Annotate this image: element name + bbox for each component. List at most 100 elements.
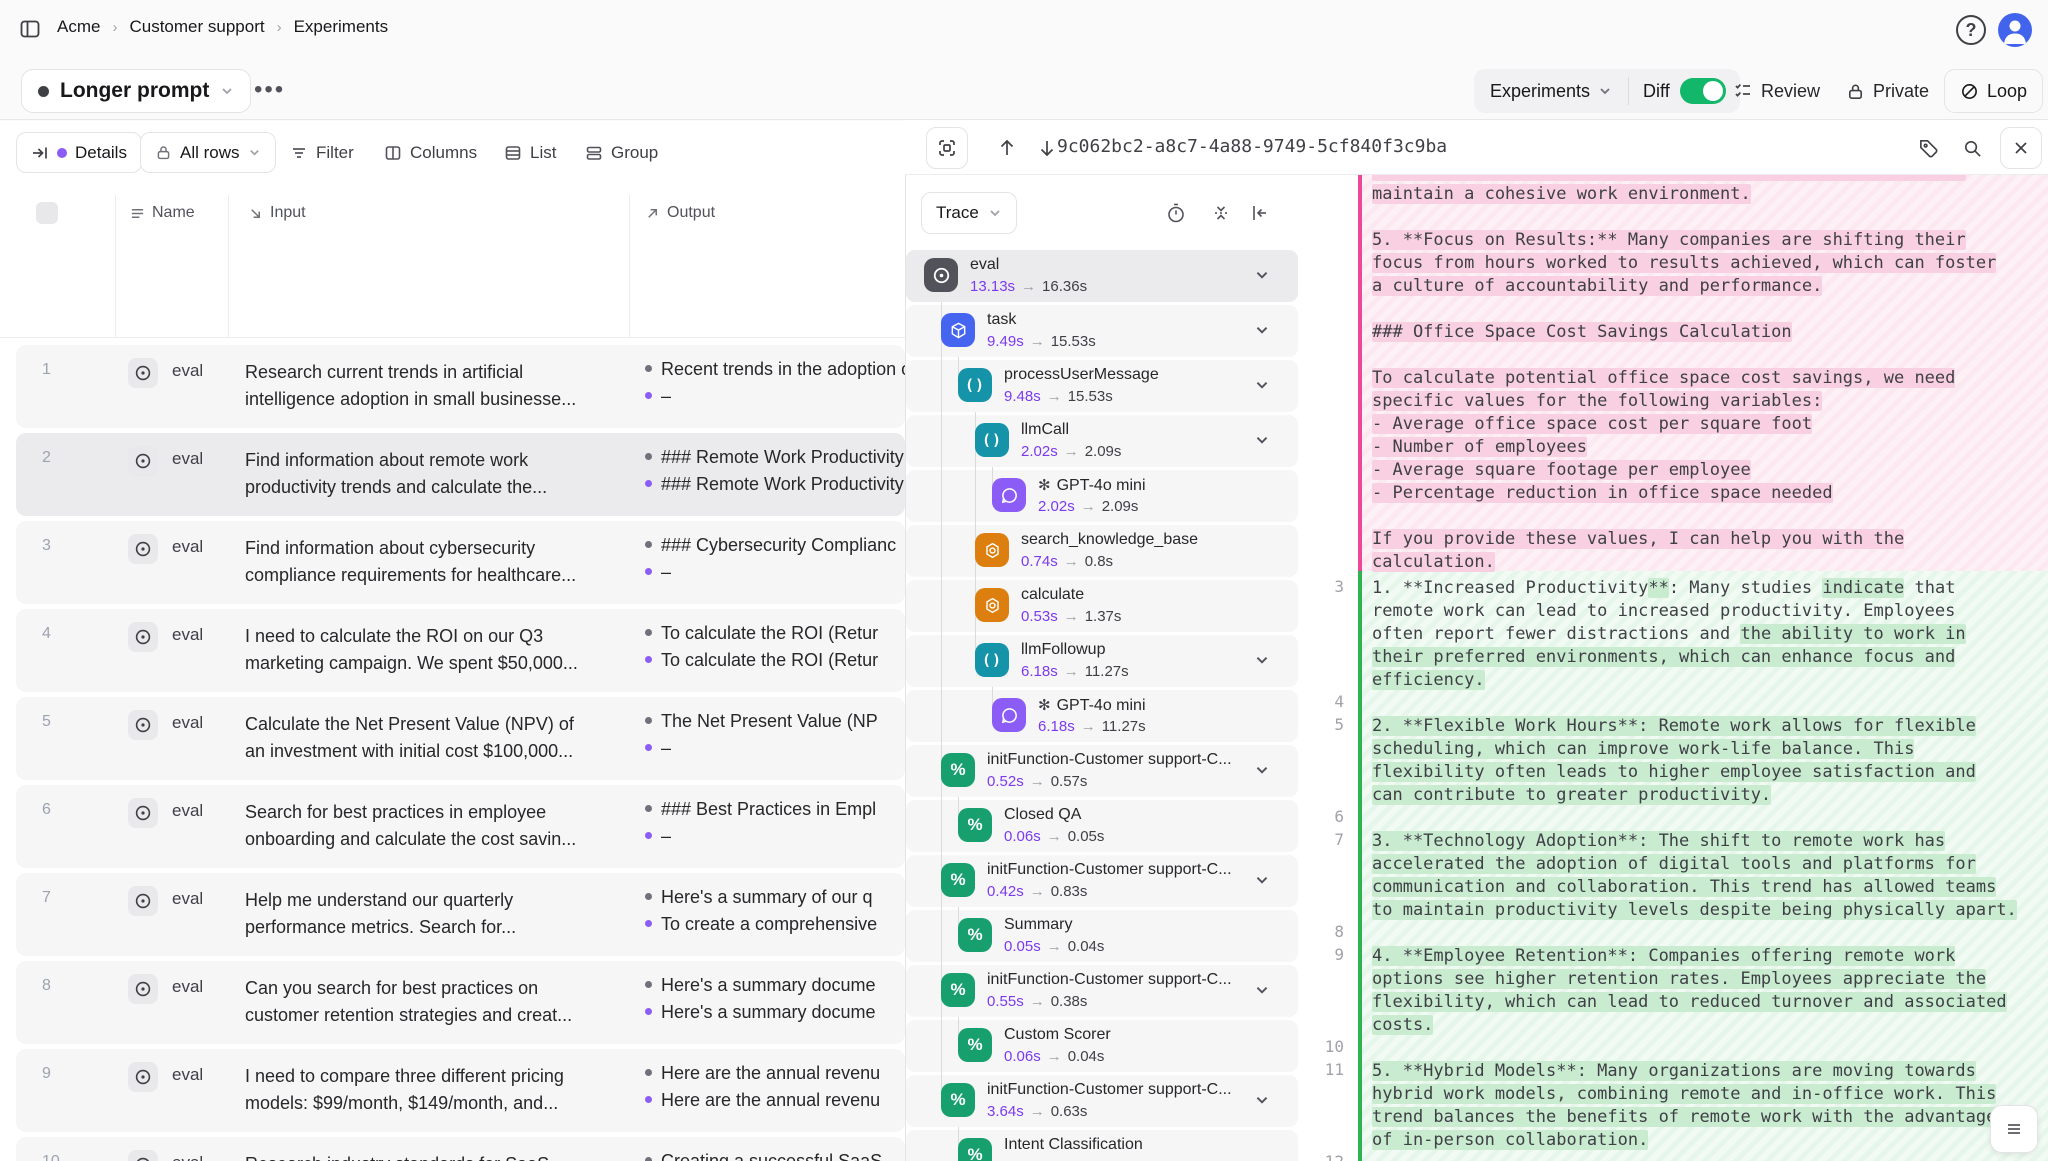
filter-button[interactable]: Filter bbox=[290, 132, 354, 173]
collapse-spans-icon[interactable] bbox=[1210, 202, 1232, 224]
table-row[interactable]: 6evalSearch for best practices in employ… bbox=[16, 785, 905, 868]
span-duration-left: 0.52s bbox=[987, 773, 1024, 790]
diff-removed-line: - Average square footage per employee bbox=[1372, 459, 1751, 482]
diff-removed-line: ### Office Space Cost Savings Calculatio… bbox=[1372, 321, 1792, 344]
llm-span-icon bbox=[992, 698, 1026, 732]
search-icon[interactable] bbox=[1962, 138, 1983, 159]
column-header-input[interactable]: Input bbox=[248, 204, 306, 222]
review-button[interactable]: Review bbox=[1733, 69, 1820, 113]
table-row[interactable]: 5evalCalculate the Net Present Value (NP… bbox=[16, 697, 905, 780]
close-panel-button[interactable] bbox=[2000, 127, 2042, 169]
scroll-menu-button[interactable] bbox=[1990, 1105, 2038, 1153]
diff-toggle[interactable] bbox=[1680, 78, 1726, 104]
chevron-down-icon[interactable] bbox=[1254, 1092, 1270, 1108]
chevron-down-icon[interactable] bbox=[1254, 432, 1270, 448]
details-button[interactable]: Details bbox=[16, 132, 142, 173]
row-name: eval bbox=[172, 713, 203, 733]
span-label: ✻GPT-4o mini bbox=[1038, 476, 1146, 495]
diff-added-line: flexibility often leads to higher employ… bbox=[1372, 761, 1976, 784]
group-button[interactable]: Group bbox=[585, 132, 658, 173]
column-header-output[interactable]: Output bbox=[645, 204, 715, 222]
breadcrumb-section[interactable]: Experiments bbox=[294, 17, 388, 37]
timing-icon[interactable] bbox=[1165, 202, 1187, 224]
row-input: I need to calculate the ROI on our Q3mar… bbox=[245, 623, 635, 677]
avatar[interactable] bbox=[1998, 13, 2032, 47]
details-status-dot-icon bbox=[57, 148, 67, 158]
span-durations: 0.53s→1.37s bbox=[1021, 608, 1121, 625]
diff-removed-line: - Average office space cost per square f… bbox=[1372, 413, 1812, 436]
span-label: llmFollowup bbox=[1021, 641, 1105, 659]
score-dot-icon bbox=[645, 480, 652, 487]
trace-view-label: Trace bbox=[936, 203, 979, 223]
experiment-name: Longer prompt bbox=[60, 79, 209, 103]
help-icon[interactable]: ? bbox=[1956, 15, 1986, 45]
tree-connector bbox=[958, 907, 959, 919]
arrow-right-icon: → bbox=[1015, 278, 1042, 295]
table-row[interactable]: 7evalHelp me understand our quarterlyper… bbox=[16, 873, 905, 956]
table-row[interactable]: 3evalFind information about cybersecurit… bbox=[16, 521, 905, 604]
chevron-down-icon[interactable] bbox=[1254, 652, 1270, 668]
span-label: initFunction-Customer support-C... bbox=[987, 751, 1232, 769]
span-duration-left: 0.74s bbox=[1021, 553, 1058, 570]
chevron-down-icon[interactable] bbox=[1254, 322, 1270, 338]
table-row[interactable]: 1evalResearch current trends in artifici… bbox=[16, 345, 905, 428]
eval-icon bbox=[128, 1150, 158, 1161]
row-output-line: Here are the annual revenu bbox=[645, 1090, 915, 1117]
chevron-down-icon[interactable] bbox=[1254, 982, 1270, 998]
select-all-checkbox[interactable] bbox=[36, 202, 58, 224]
diff-removed-line: If you provide these values, I can help … bbox=[1372, 528, 1904, 551]
rows-filter-dropdown[interactable]: All rows bbox=[140, 132, 276, 173]
span-duration-right: 0.38s bbox=[1051, 993, 1088, 1010]
private-button[interactable]: Private bbox=[1846, 69, 1929, 113]
list-button[interactable]: List bbox=[504, 132, 556, 173]
diff-label: Diff bbox=[1643, 81, 1670, 102]
score-dot-icon bbox=[645, 1008, 652, 1015]
eval-span-icon bbox=[924, 258, 958, 292]
trace-span-row[interactable] bbox=[906, 250, 1298, 302]
loop-button[interactable]: Loop bbox=[1944, 69, 2043, 113]
table-row[interactable]: 8evalCan you search for best practices o… bbox=[16, 961, 905, 1044]
tag-icon[interactable] bbox=[1918, 138, 1939, 159]
breadcrumb-project[interactable]: Customer support bbox=[129, 17, 264, 37]
arrow-right-icon: → bbox=[1041, 938, 1068, 955]
row-output-line: – bbox=[645, 826, 915, 853]
align-left-edge-icon[interactable] bbox=[1249, 202, 1271, 224]
breadcrumb-workspace[interactable]: Acme bbox=[57, 17, 100, 37]
row-input: Research current trends in artificialint… bbox=[245, 359, 635, 413]
table-row[interactable]: 2evalFind information about remote workp… bbox=[16, 433, 905, 516]
score-dot-icon bbox=[645, 568, 652, 575]
fn-span-icon: () bbox=[975, 423, 1009, 457]
experiment-selector[interactable]: Longer prompt bbox=[21, 69, 251, 113]
table-row[interactable]: 4evalI need to calculate the ROI on our … bbox=[16, 609, 905, 692]
columns-button[interactable]: Columns bbox=[384, 132, 477, 173]
diff-line-number: 6 bbox=[1300, 807, 1344, 826]
diff-removed-line: a culture of accountability and performa… bbox=[1372, 275, 1822, 298]
trace-view-dropdown[interactable]: Trace bbox=[921, 192, 1017, 234]
expand-trace-button[interactable] bbox=[926, 127, 968, 169]
next-row-button[interactable] bbox=[1036, 137, 1058, 159]
table-row[interactable]: 9evalI need to compare three different p… bbox=[16, 1049, 905, 1132]
chevron-down-icon[interactable] bbox=[1254, 377, 1270, 393]
row-name: eval bbox=[172, 361, 203, 381]
span-label: task bbox=[987, 311, 1016, 329]
sidebar-toggle-icon[interactable] bbox=[18, 17, 42, 41]
row-number: 6 bbox=[42, 801, 51, 819]
diff-removed-bar bbox=[1358, 175, 1362, 571]
span-duration-right: 0.8s bbox=[1085, 553, 1113, 570]
column-header-name[interactable]: Name bbox=[130, 204, 195, 222]
table-row[interactable]: 10evalResearch industry standards for Sa… bbox=[16, 1137, 905, 1161]
chevron-down-icon[interactable] bbox=[1254, 762, 1270, 778]
more-actions-button[interactable]: ••• bbox=[254, 76, 285, 104]
row-output-line: To create a comprehensive bbox=[645, 914, 915, 941]
chevron-down-icon[interactable] bbox=[1254, 872, 1270, 888]
previous-row-button[interactable] bbox=[996, 137, 1018, 159]
diff-added-line: hybrid work models, combining remote and… bbox=[1372, 1083, 1996, 1106]
span-label: initFunction-Customer support-C... bbox=[987, 1081, 1232, 1099]
view-dropdown[interactable]: Experiments bbox=[1474, 81, 1628, 102]
chevron-down-icon[interactable] bbox=[1254, 267, 1270, 283]
chevron-down-icon bbox=[220, 84, 234, 98]
checklist-icon bbox=[1733, 81, 1753, 101]
score-dot-icon bbox=[645, 541, 652, 548]
row-input: Help me understand our quarterlyperforma… bbox=[245, 887, 635, 941]
diff-removed-line: focus from hours worked to results achie… bbox=[1372, 252, 1996, 275]
